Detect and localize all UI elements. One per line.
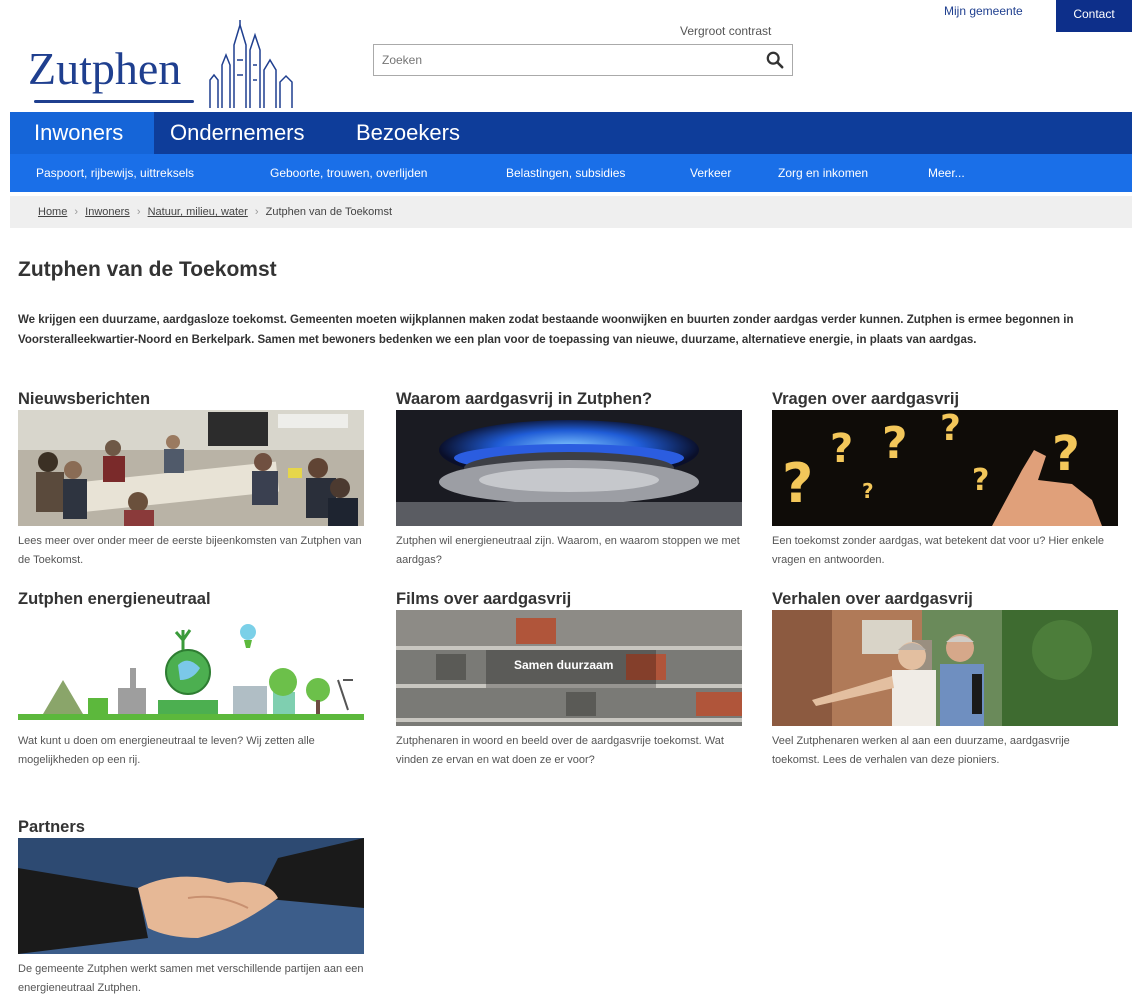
search-icon[interactable] [766, 51, 784, 69]
card-title[interactable]: Vragen over aardgasvrij [772, 388, 1118, 410]
skyline-icon [209, 20, 293, 108]
subnav-item-geboorte[interactable]: Geboorte, trouwen, overlijden [270, 154, 427, 192]
main-nav: Inwoners Ondernemers Bezoekers [10, 112, 1132, 154]
tab-ondernemers[interactable]: Ondernemers [170, 112, 340, 154]
svg-text:?: ? [782, 452, 813, 515]
card-title[interactable]: Waarom aardgasvrij in Zutphen? [396, 388, 742, 410]
breadcrumb-current: Zutphen van de Toekomst [265, 206, 393, 218]
svg-text:?: ? [862, 479, 874, 503]
sub-nav: Paspoort, rijbewijs, uittreksels Geboort… [10, 154, 1132, 192]
svg-text:?: ? [972, 463, 989, 498]
search-input[interactable] [374, 45, 754, 75]
card-verhalen-aardgasvrij[interactable]: Verhalen over aardgasvrij Veel Zutphenar… [772, 588, 1118, 770]
breadcrumb-bar: Home › Inwoners › Natuur, milieu, water … [10, 196, 1132, 228]
contact-button[interactable]: Contact [1056, 0, 1132, 32]
meeting-photo[interactable] [18, 410, 364, 526]
subnav-item-belastingen[interactable]: Belastingen, subsidies [506, 154, 625, 192]
svg-text:?: ? [1052, 426, 1080, 482]
svg-text:?: ? [882, 418, 908, 469]
gas-flame-photo[interactable] [396, 410, 742, 526]
card-title[interactable]: Films over aardgasvrij [396, 588, 742, 610]
svg-text:?: ? [830, 426, 853, 472]
breadcrumb-inwoners[interactable]: Inwoners [85, 206, 130, 218]
subnav-item-paspoort[interactable]: Paspoort, rijbewijs, uittreksels [36, 154, 194, 192]
card-title[interactable]: Partners [18, 816, 364, 838]
card-energieneutraal[interactable]: Zutphen energieneutraal Wat kunt u doen … [18, 588, 364, 770]
card-title[interactable]: Verhalen over aardgasvrij [772, 588, 1118, 610]
breadcrumb-natuur[interactable]: Natuur, milieu, water [148, 206, 248, 218]
search-box [373, 44, 793, 76]
card-description: De gemeente Zutphen werkt samen met vers… [18, 963, 364, 994]
apartment-building-video[interactable]: Samen duurzaam [396, 610, 742, 726]
card-description: Zutphenaren in woord en beeld over de aa… [396, 735, 724, 766]
card-description: Veel Zutphenaren werken al aan een duurz… [772, 735, 1070, 766]
card-description: Lees meer over onder meer de eerste bije… [18, 535, 362, 566]
breadcrumb-separator: › [74, 206, 79, 218]
question-marks-photo[interactable]: ? ? ? ? ? ? ? [772, 410, 1118, 526]
tab-inwoners[interactable]: Inwoners [10, 112, 154, 154]
breadcrumb-separator: › [254, 206, 259, 218]
breadcrumb-home[interactable]: Home [38, 206, 67, 218]
card-description: Zutphen wil energieneutraal zijn. Waarom… [396, 535, 740, 566]
subnav-item-meer[interactable]: Meer... [928, 154, 965, 192]
page-title: Zutphen van de Toekomst [18, 258, 277, 281]
card-title[interactable]: Nieuwsberichten [18, 388, 364, 410]
green-city-illustration[interactable] [18, 610, 364, 726]
subnav-item-verkeer[interactable]: Verkeer [690, 154, 731, 192]
tab-bezoekers[interactable]: Bezoekers [356, 112, 496, 154]
card-nieuwsberichten[interactable]: Nieuwsberichten Lees meer over onder mee… [18, 388, 364, 570]
video-caption: Samen duurzaam [514, 658, 614, 672]
mijn-gemeente-link[interactable]: Mijn gemeente [944, 4, 1023, 18]
breadcrumb-separator: › [136, 206, 141, 218]
card-films-aardgasvrij[interactable]: Films over aardgasvrij Samen duurzaam Zu… [396, 588, 742, 770]
logo-underline [34, 100, 194, 103]
couple-photo[interactable] [772, 610, 1118, 726]
zutphen-logo[interactable]: Zutphen [28, 20, 298, 110]
card-partners[interactable]: Partners De gemeente Zutphen werkt samen… [18, 816, 364, 997]
site-header: Zutphen Vergroot contrast Mijn gemeente … [10, 0, 1132, 112]
card-description: Een toekomst zonder aardgas, wat beteken… [772, 535, 1105, 566]
card-description: Wat kunt u doen om energieneutraal te le… [18, 735, 315, 766]
card-vragen-aardgasvrij[interactable]: Vragen over aardgasvrij ? ? ? ? ? ? ? Ee… [772, 388, 1118, 570]
svg-text:?: ? [940, 410, 961, 449]
contrast-link[interactable]: Vergroot contrast [680, 24, 771, 38]
handshake-photo[interactable] [18, 838, 364, 954]
card-title[interactable]: Zutphen energieneutraal [18, 588, 364, 610]
breadcrumb: Home › Inwoners › Natuur, milieu, water … [38, 206, 392, 218]
logo-wordmark: Zutphen [28, 43, 182, 94]
card-waarom-aardgasvrij[interactable]: Waarom aardgasvrij in Zutphen? Zutphen w… [396, 388, 742, 570]
intro-text: We krijgen een duurzame, aardgasloze toe… [18, 314, 1074, 346]
subnav-item-zorg[interactable]: Zorg en inkomen [778, 154, 868, 192]
